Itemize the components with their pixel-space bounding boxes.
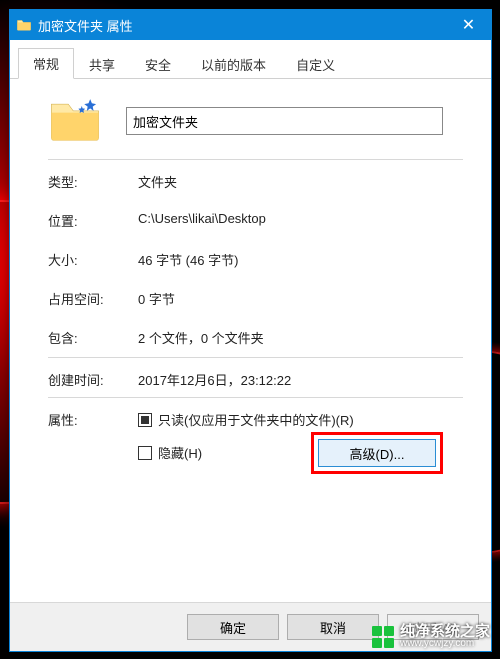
tab-security[interactable]: 安全	[130, 49, 186, 79]
label-size-on-disk: 占用空间:	[48, 289, 138, 308]
label-contains: 包含:	[48, 328, 138, 347]
value-location: C:\Users\likai\Desktop	[138, 211, 463, 230]
value-contains: 2 个文件，0 个文件夹	[138, 328, 463, 347]
label-type: 类型:	[48, 172, 138, 191]
dialog-button-bar: 确定 取消 应用(A)	[10, 602, 491, 651]
divider	[48, 159, 463, 160]
close-button[interactable]: ✕	[446, 10, 491, 40]
tab-customize[interactable]: 自定义	[281, 49, 350, 79]
readonly-label: 只读(仅应用于文件夹中的文件)(R)	[158, 410, 354, 429]
value-created: 2017年12月6日，23:12:22	[138, 370, 463, 389]
ok-button[interactable]: 确定	[187, 614, 279, 640]
divider	[48, 357, 463, 358]
label-created: 创建时间:	[48, 370, 138, 389]
readonly-checkbox[interactable]: 只读(仅应用于文件夹中的文件)(R)	[138, 410, 463, 429]
highlight-box: 高级(D)...	[311, 432, 443, 474]
properties-dialog: 加密文件夹 属性 ✕ 常规 共享 安全 以前的版本 自定义 类型: 文件夹 位置…	[9, 9, 492, 652]
tab-strip: 常规 共享 安全 以前的版本 自定义	[10, 40, 491, 79]
label-attributes: 属性:	[48, 410, 138, 429]
tab-general[interactable]: 常规	[18, 48, 74, 79]
hidden-label: 隐藏(H)	[158, 443, 202, 462]
label-location: 位置:	[48, 211, 138, 230]
label-size: 大小:	[48, 250, 138, 269]
tab-body-general: 类型: 文件夹 位置: C:\Users\likai\Desktop 大小: 4…	[10, 79, 491, 602]
value-size: 46 字节 (46 字节)	[138, 250, 463, 269]
titlebar[interactable]: 加密文件夹 属性 ✕	[10, 10, 491, 40]
value-size-on-disk: 0 字节	[138, 289, 463, 308]
checkbox-icon	[138, 413, 152, 427]
divider	[48, 397, 463, 398]
apply-button[interactable]: 应用(A)	[387, 614, 479, 640]
tab-sharing[interactable]: 共享	[74, 49, 130, 79]
window-title: 加密文件夹 属性	[38, 16, 446, 35]
folder-name-input[interactable]	[126, 107, 443, 135]
folder-large-icon	[48, 97, 102, 145]
value-type: 文件夹	[138, 172, 463, 191]
checkbox-icon	[138, 446, 152, 460]
cancel-button[interactable]: 取消	[287, 614, 379, 640]
folder-icon	[16, 17, 32, 33]
advanced-button[interactable]: 高级(D)...	[318, 439, 436, 467]
tab-previous-versions[interactable]: 以前的版本	[186, 49, 281, 79]
